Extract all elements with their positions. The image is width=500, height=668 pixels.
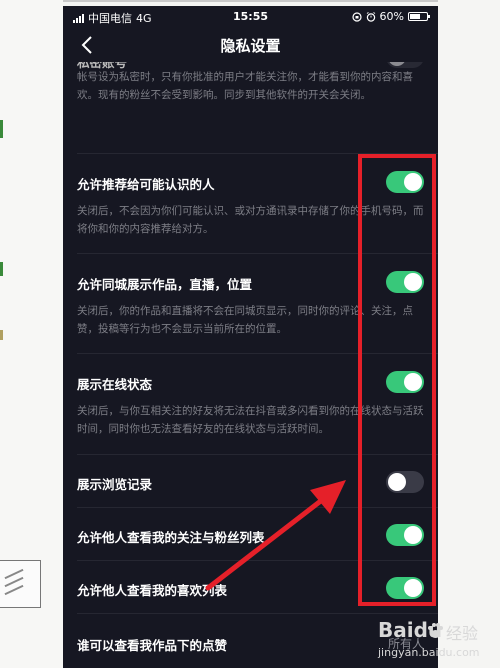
watermark-suffix: 经验: [446, 624, 479, 643]
setting-title: 展示浏览记录: [77, 477, 153, 492]
setting-description: 帐号设为私密时，只有你批准的用户才能关注你，才能看到你的内容和喜欢。现有的粉丝不…: [77, 71, 413, 101]
page-title: 隐私设置: [220, 37, 281, 55]
setting-who-can-see-likes[interactable]: 谁可以查看我作品下的点赞 所有人: [77, 621, 424, 665]
divider: [77, 613, 438, 614]
baidu-watermark: Baidu 经验 jingyan.baidu.com: [378, 618, 498, 664]
status-right: 60%: [351, 10, 430, 23]
background-mark: [0, 262, 3, 276]
paw-icon: [428, 623, 443, 638]
alarm-icon: [366, 11, 375, 22]
nav-bar: 隐私设置: [63, 28, 438, 62]
setting-title: 谁可以查看我作品下的点赞: [77, 638, 228, 653]
setting-title: 允许推荐给可能认识的人: [77, 177, 215, 192]
battery-icon: [408, 12, 430, 21]
background-left-margin: [0, 0, 63, 668]
status-bar: 中国电信 4G 15:55 60%: [63, 6, 438, 28]
background-right-margin: [438, 0, 500, 668]
setting-title: 展示在线状态: [77, 377, 153, 392]
rotation-lock-icon: [351, 11, 362, 22]
page-top-line: [0, 0, 500, 2]
setting-private-account: 私密账号 帐号设为私密时，只有你批准的用户才能关注你，才能看到你的内容和喜欢。现…: [77, 62, 424, 142]
background-mark: [0, 120, 3, 138]
toggle-knob: [388, 62, 406, 66]
annotation-highlight-box: [358, 154, 436, 606]
background-device-sketch: [0, 560, 41, 608]
setting-title: 允许他人查看我的喜欢列表: [77, 583, 228, 598]
battery-percent: 60%: [379, 10, 404, 23]
setting-title: 允许同城展示作品，直播，位置: [77, 277, 253, 292]
background-mark: [0, 330, 3, 340]
watermark-url: jingyan.baidu.com: [378, 646, 480, 659]
setting-title: 允许他人查看我的关注与粉丝列表: [77, 530, 265, 545]
